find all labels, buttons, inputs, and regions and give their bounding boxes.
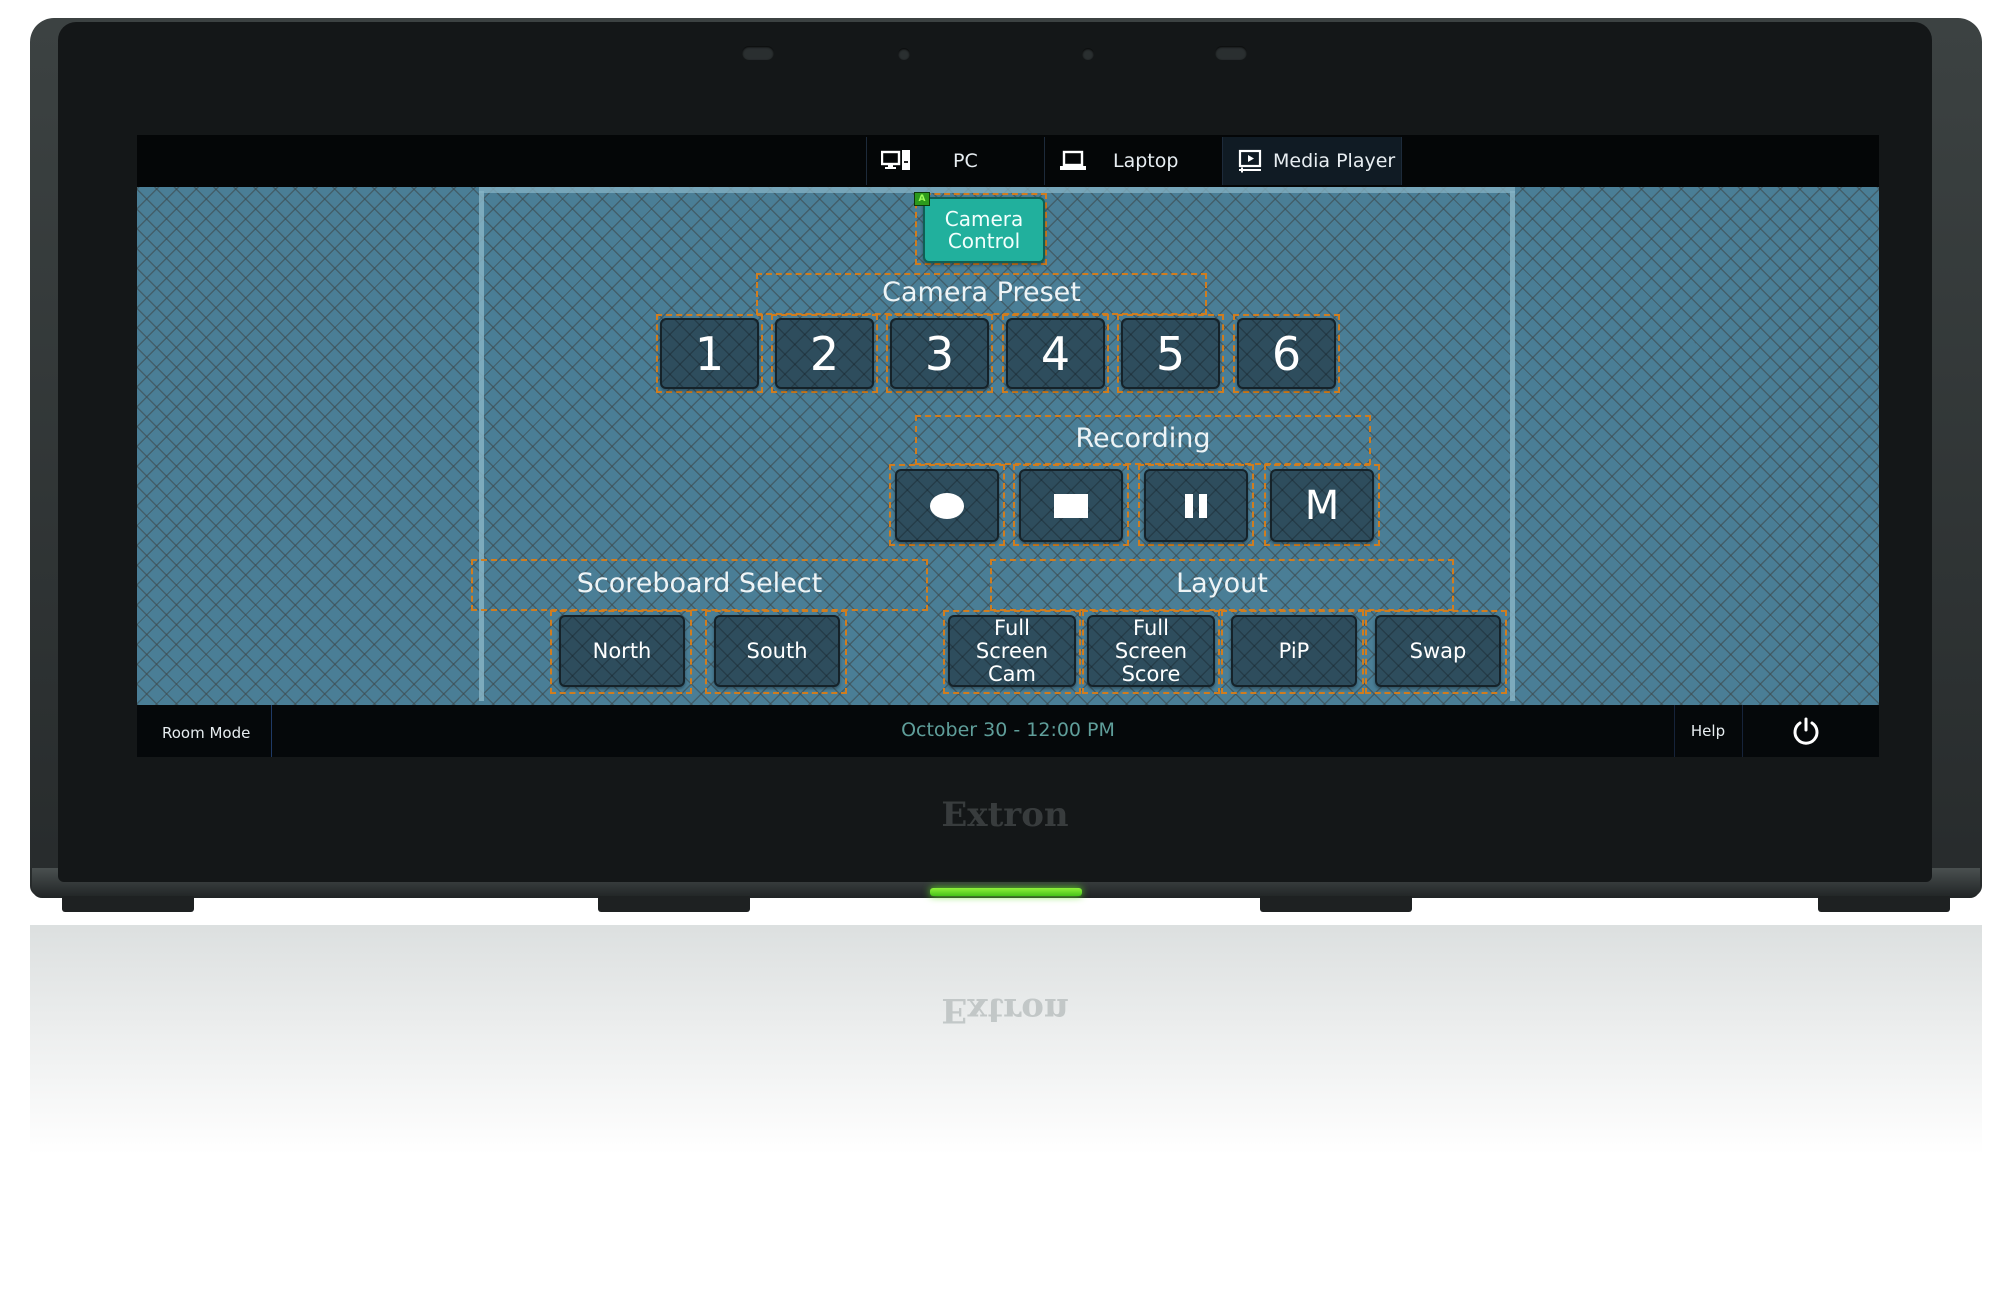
camera-lens-icon	[898, 48, 910, 60]
button-label: 3	[924, 326, 955, 381]
power-button[interactable]	[1743, 705, 1869, 757]
preset-6-button[interactable]: 6	[1237, 318, 1336, 389]
brand-logo-reflection: Extron	[941, 990, 1069, 1030]
preset-4-button[interactable]: 4	[1006, 318, 1105, 389]
button-label: 6	[1271, 326, 1302, 381]
touch-screen: PC Laptop Media Player Camera Control A …	[137, 135, 1879, 757]
control-page: Camera Control A Camera Preset 1 2 3 4 5 …	[137, 187, 1879, 705]
status-led	[930, 888, 1082, 896]
desktop-pc-icon	[881, 150, 910, 170]
center-pane-border	[1510, 191, 1515, 701]
button-label: 4	[1040, 326, 1071, 381]
tab-laptop[interactable]: Laptop	[1044, 137, 1223, 185]
preset-5-button[interactable]: 5	[1121, 318, 1220, 389]
tab-label: Media Player	[1273, 150, 1396, 172]
button-label: 1	[694, 326, 725, 381]
button-label: Full	[994, 615, 1030, 640]
pip-button[interactable]: PiP	[1231, 615, 1357, 687]
button-label: 2	[809, 326, 840, 381]
proximity-sensor	[1215, 46, 1247, 60]
device-foot	[598, 896, 750, 912]
proximity-sensor	[742, 46, 774, 60]
laptop-icon	[1060, 150, 1086, 170]
layout-title: Layout	[1176, 568, 1268, 599]
datetime-display: October 30 - 12:00 PM	[901, 719, 1115, 741]
recording-title: Recording	[1075, 423, 1211, 454]
camera-preset-title: Camera Preset	[882, 277, 1081, 308]
tab-label: Laptop	[1113, 150, 1179, 172]
button-label: 5	[1155, 326, 1186, 381]
help-button[interactable]: Help	[1675, 705, 1741, 757]
brand-logo: Extron	[941, 795, 1069, 835]
stop-icon	[1054, 493, 1088, 518]
mark-button[interactable]: M	[1270, 469, 1374, 542]
device-foot	[1818, 896, 1950, 912]
tab-label: PC	[953, 150, 978, 172]
button-label: Full	[1133, 615, 1169, 640]
center-pane-border	[479, 191, 484, 701]
help-label: Help	[1690, 722, 1726, 740]
device-foot	[62, 896, 194, 912]
full-screen-cam-button[interactable]: Full Screen Cam	[948, 615, 1076, 687]
media-player-icon	[1238, 149, 1262, 173]
south-button[interactable]: South	[714, 615, 840, 687]
button-label: North	[592, 638, 652, 663]
button-label: Swap	[1409, 638, 1467, 663]
button-label: PiP	[1278, 638, 1310, 663]
scoreboard-select-title: Scoreboard Select	[576, 568, 823, 599]
full-screen-score-button[interactable]: Full Screen Score	[1087, 615, 1215, 687]
source-tab-bar: PC Laptop Media Player	[153, 135, 1863, 185]
device-reflection	[30, 925, 1982, 1155]
bottom-status-bar: Room Mode October 30 - 12:00 PM Help	[137, 705, 1879, 757]
tab-pc[interactable]: PC	[866, 137, 1045, 185]
camera-control-button[interactable]: Camera Control	[923, 197, 1045, 263]
button-label: Cam	[987, 661, 1036, 686]
record-button[interactable]	[895, 469, 999, 542]
stop-button[interactable]	[1019, 469, 1123, 542]
pause-icon	[1185, 493, 1207, 518]
power-icon	[1793, 717, 1819, 745]
button-label: M	[1304, 482, 1340, 529]
pause-button[interactable]	[1144, 469, 1248, 542]
light-sensor-icon	[1082, 48, 1094, 60]
button-label: South	[746, 638, 808, 663]
button-label: Screen	[1114, 638, 1188, 663]
tab-media-player[interactable]: Media Player	[1222, 137, 1402, 185]
swap-button[interactable]: Swap	[1375, 615, 1501, 687]
preset-1-button[interactable]: 1	[660, 318, 759, 389]
button-label: Control	[947, 229, 1021, 253]
device-foot	[1260, 896, 1412, 912]
preset-2-button[interactable]: 2	[775, 318, 874, 389]
north-button[interactable]: North	[559, 615, 685, 687]
button-label: Screen	[975, 638, 1049, 663]
page-badge: A	[914, 192, 930, 206]
preset-3-button[interactable]: 3	[890, 318, 989, 389]
button-label: Score	[1121, 661, 1181, 686]
button-label: Camera	[944, 207, 1024, 231]
record-icon	[930, 492, 964, 519]
